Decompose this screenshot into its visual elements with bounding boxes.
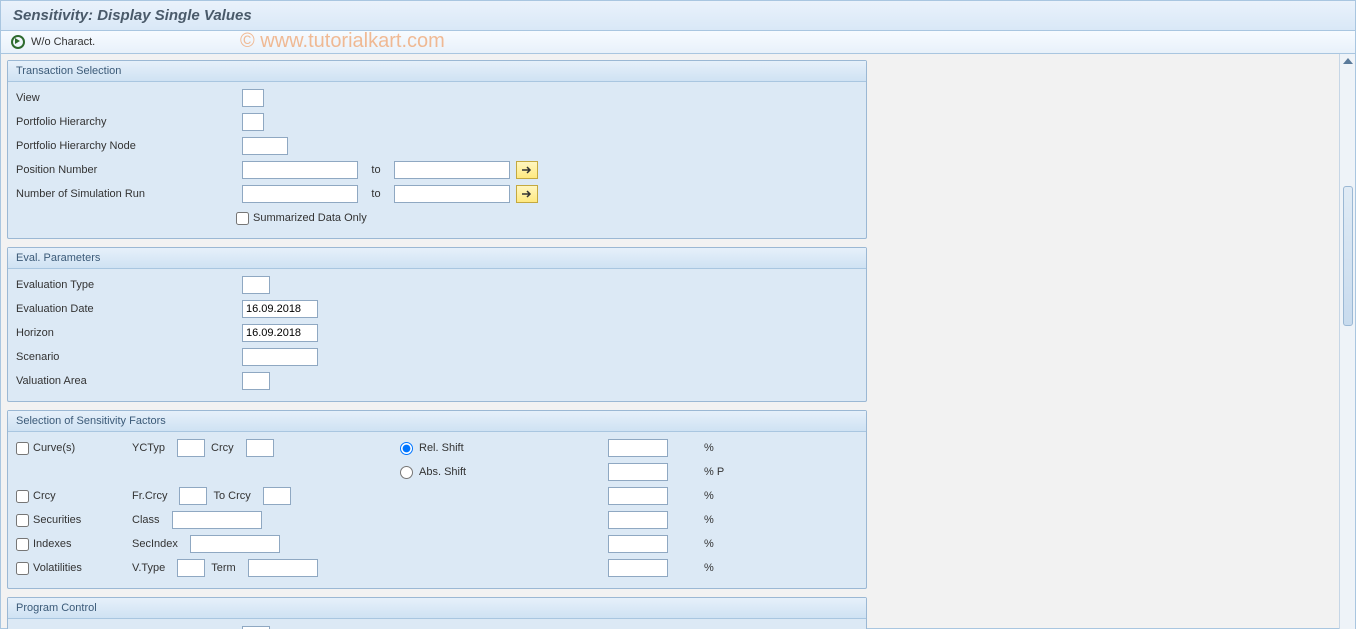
group-title: Selection of Sensitivity Factors [8, 411, 866, 432]
label-pct: % [704, 490, 714, 502]
application-toolbar: W/o Charact. © www.tutorialkart.com [1, 31, 1355, 54]
label-pct-p: % P [704, 466, 724, 478]
rel-shift-radio[interactable] [400, 442, 413, 455]
indexes-value-input[interactable] [608, 535, 668, 553]
rel-shift-value-input[interactable] [608, 439, 668, 457]
horizon-input[interactable] [242, 324, 318, 342]
label-abs-shift: Abs. Shift [419, 466, 466, 478]
label-valuation-area: Valuation Area [16, 373, 236, 389]
abs-shift-radio[interactable] [400, 466, 413, 479]
label-indexes: Indexes [33, 538, 72, 550]
label-yctyp: YCTyp [132, 442, 171, 454]
group-title: Program Control [8, 598, 866, 619]
multi-select-button[interactable] [516, 185, 538, 203]
label-curves: Curve(s) [33, 442, 75, 454]
to-crcy-input[interactable] [263, 487, 291, 505]
volatilities-checkbox[interactable] [16, 562, 29, 575]
crcy-value-input[interactable] [608, 487, 668, 505]
crcy-checkbox[interactable] [16, 490, 29, 503]
evaluation-type-input[interactable] [242, 276, 270, 294]
label-to-crcy: To Crcy [213, 490, 256, 502]
view-input[interactable] [242, 89, 264, 107]
label-vtype: V.Type [132, 562, 171, 574]
label-fr-crcy: Fr.Crcy [132, 490, 173, 502]
label-pct: % [704, 514, 714, 526]
group-title: Transaction Selection [8, 61, 866, 82]
label-pct: % [704, 442, 714, 454]
group-transaction-selection: Transaction Selection View Portfolio Hie… [7, 60, 867, 239]
vtype-input[interactable] [177, 559, 205, 577]
label-portfolio-hierarchy-node: Portfolio Hierarchy Node [16, 138, 236, 154]
label-crcy-opt: Crcy [33, 490, 56, 502]
position-number-from-input[interactable] [242, 161, 358, 179]
sim-run-to-input[interactable] [394, 185, 510, 203]
label-pct: % [704, 562, 714, 574]
summarized-checkbox[interactable] [236, 212, 249, 225]
fr-crcy-input[interactable] [179, 487, 207, 505]
label-rel-shift: Rel. Shift [419, 442, 464, 454]
label-crcy: Crcy [211, 442, 240, 454]
label-view: View [16, 90, 236, 106]
term-input[interactable] [248, 559, 318, 577]
label-horizon: Horizon [16, 325, 236, 341]
sim-run-from-input[interactable] [242, 185, 358, 203]
scroll-up-icon[interactable] [1343, 58, 1353, 64]
label-summarized: Summarized Data Only [253, 212, 367, 224]
execute-icon[interactable] [11, 35, 25, 49]
vertical-scrollbar[interactable] [1339, 54, 1355, 629]
yctyp-input[interactable] [177, 439, 205, 457]
label-class: Class [132, 514, 166, 526]
secindex-input[interactable] [190, 535, 280, 553]
crcy-input[interactable] [246, 439, 274, 457]
valuation-area-input[interactable] [242, 372, 270, 390]
watermark-text: © www.tutorialkart.com [240, 30, 445, 53]
label-scenario: Scenario [16, 349, 236, 365]
group-program-control: Program Control Evaluation Currency [7, 597, 867, 629]
wo-charact-button[interactable]: W/o Charact. [31, 36, 95, 48]
label-to: to [364, 188, 388, 200]
portfolio-hierarchy-node-input[interactable] [242, 137, 288, 155]
label-evaluation-date: Evaluation Date [16, 301, 236, 317]
indexes-checkbox[interactable] [16, 538, 29, 551]
page-title: Sensitivity: Display Single Values [1, 1, 1355, 31]
multi-select-arrow-icon [521, 189, 533, 199]
label-securities: Securities [33, 514, 81, 526]
volatilities-value-input[interactable] [608, 559, 668, 577]
label-number-simulation-run: Number of Simulation Run [16, 186, 236, 202]
group-sensitivity-factors: Selection of Sensitivity Factors Curve(s… [7, 410, 867, 589]
label-evaluation-type: Evaluation Type [16, 277, 236, 293]
securities-value-input[interactable] [608, 511, 668, 529]
label-volatilities: Volatilities [33, 562, 82, 574]
position-number-to-input[interactable] [394, 161, 510, 179]
multi-select-arrow-icon [521, 165, 533, 175]
label-portfolio-hierarchy: Portfolio Hierarchy [16, 114, 236, 130]
label-term: Term [211, 562, 241, 574]
curves-checkbox[interactable] [16, 442, 29, 455]
label-to: to [364, 164, 388, 176]
label-pct: % [704, 538, 714, 550]
evaluation-date-input[interactable] [242, 300, 318, 318]
portfolio-hierarchy-input[interactable] [242, 113, 264, 131]
scroll-thumb[interactable] [1343, 186, 1353, 326]
label-secindex: SecIndex [132, 538, 184, 550]
label-position-number: Position Number [16, 162, 236, 178]
group-eval-parameters: Eval. Parameters Evaluation Type Evaluat… [7, 247, 867, 402]
group-title: Eval. Parameters [8, 248, 866, 269]
class-input[interactable] [172, 511, 262, 529]
securities-checkbox[interactable] [16, 514, 29, 527]
main-content: Transaction Selection View Portfolio Hie… [1, 54, 1339, 629]
abs-shift-value-input[interactable] [608, 463, 668, 481]
multi-select-button[interactable] [516, 161, 538, 179]
scenario-input[interactable] [242, 348, 318, 366]
